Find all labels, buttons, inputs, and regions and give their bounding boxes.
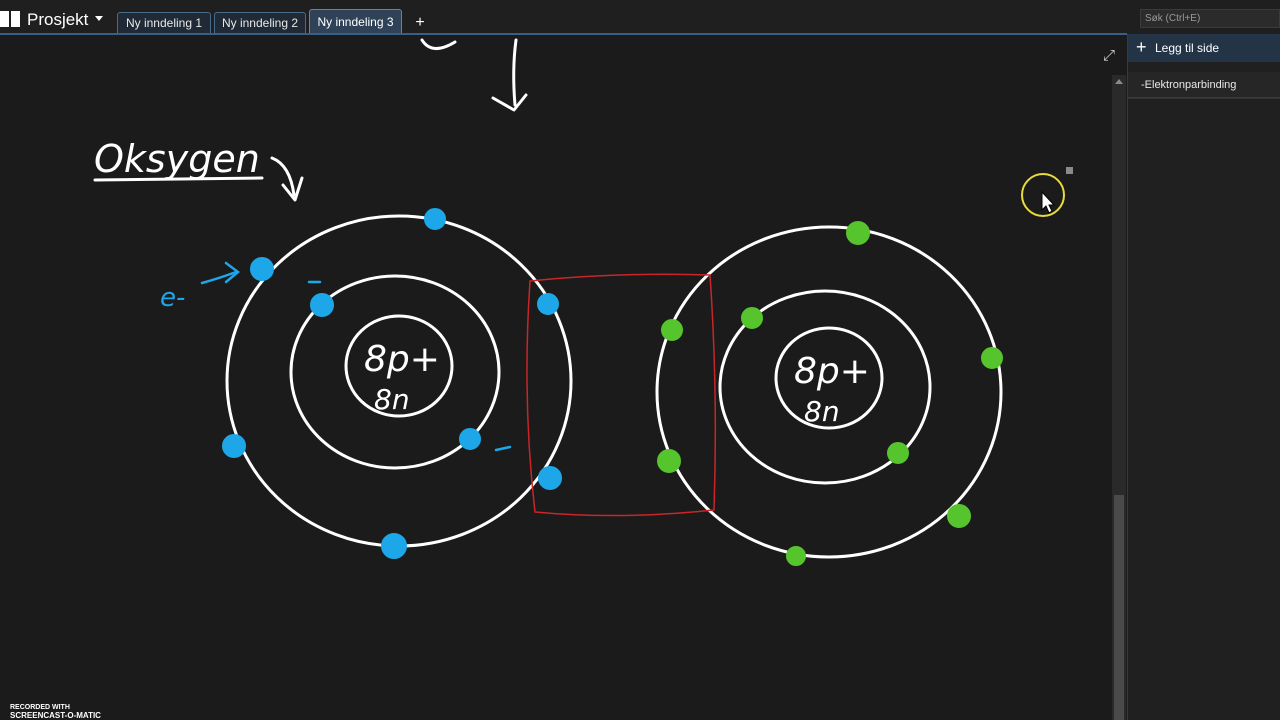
- heading-oksygen: Oksygen: [94, 137, 260, 181]
- electron-green: [981, 347, 1003, 369]
- electron-green: [947, 504, 971, 528]
- electron-blue: [424, 208, 446, 230]
- right-atom-protons: 8p+: [794, 351, 870, 392]
- pages-panel: + Legg til side -Elektronparbinding: [1127, 34, 1280, 720]
- left-atom-protons: 8p+: [364, 339, 440, 380]
- mouse-pointer-icon: [1041, 190, 1056, 214]
- page-item-elektronparbinding[interactable]: -Elektronparbinding: [1128, 72, 1280, 98]
- electron-blue: [381, 533, 407, 559]
- recording-watermark: RECORDED WITH SCREENCAST-O-MATIC: [10, 704, 101, 720]
- electron-blue: [538, 466, 562, 490]
- watermark-line2: SCREENCAST-O-MATIC: [10, 711, 101, 720]
- panel-divider: [1128, 98, 1280, 99]
- expand-icon[interactable]: ⤢: [1100, 47, 1118, 65]
- left-atom-outer-shell: [225, 214, 573, 548]
- ink-arrow-top-head: [491, 93, 528, 112]
- electron-green: [741, 307, 763, 329]
- ink-drawing: Oksygen 8p+ 8n 8p+ 8n e-: [93, 38, 1073, 566]
- canvas-scrollbar[interactable]: [1112, 75, 1126, 720]
- electron-label: e-: [160, 283, 185, 313]
- add-page-label: Legg til side: [1155, 41, 1220, 55]
- search-input[interactable]: Søk (Ctrl+E): [1140, 9, 1280, 28]
- right-atom-outer-shell: [655, 225, 1003, 559]
- electron-minus-mark: [494, 445, 512, 452]
- note-canvas[interactable]: Oksygen 8p+ 8n 8p+ 8n e-: [0, 35, 1112, 720]
- canvas-handle-icon: [1066, 167, 1073, 174]
- scroll-thumb[interactable]: [1114, 495, 1124, 720]
- electron-green: [846, 221, 870, 245]
- electron-blue: [222, 434, 246, 458]
- add-page-button[interactable]: + Legg til side: [1128, 34, 1280, 62]
- electron-green: [661, 319, 683, 341]
- right-atom-neutrons: 8n: [804, 395, 840, 428]
- heading-arrow-shaft: [270, 156, 296, 197]
- electron-green: [786, 546, 806, 566]
- plus-icon: +: [1136, 37, 1147, 57]
- electron-blue: [310, 293, 334, 317]
- electron-green: [657, 449, 681, 473]
- ink-stroke-top-left: [420, 38, 457, 50]
- electron-green: [887, 442, 909, 464]
- scroll-up-icon[interactable]: [1112, 75, 1126, 87]
- electron-blue: [459, 428, 481, 450]
- left-atom-neutrons: 8n: [374, 383, 410, 416]
- electron-blue: [537, 293, 559, 315]
- electron-blue: [250, 257, 274, 281]
- ink-arrow-top-shaft: [512, 38, 518, 107]
